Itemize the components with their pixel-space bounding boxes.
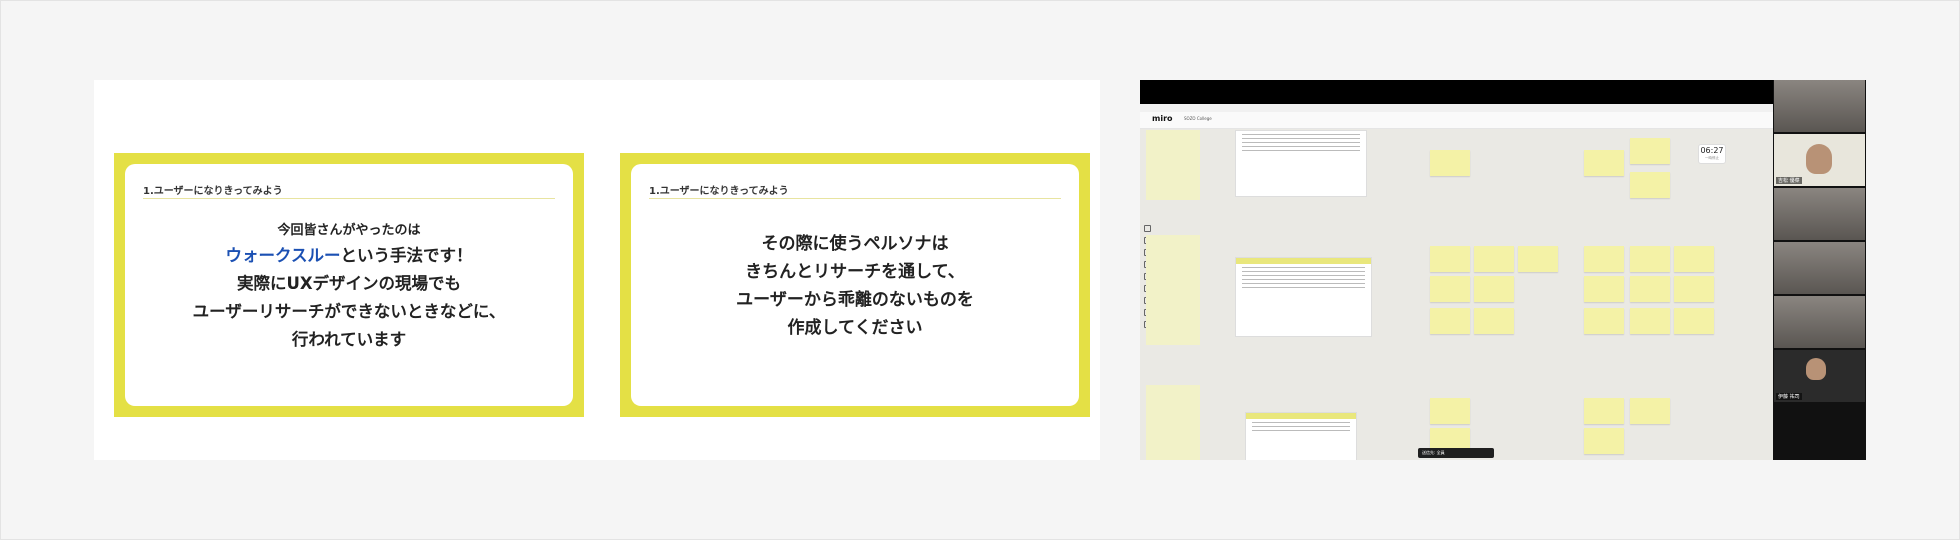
sticky-note[interactable] (1630, 172, 1670, 198)
sticky-note[interactable] (1584, 398, 1624, 424)
sticky-note[interactable] (1584, 428, 1624, 454)
slide-card: 1.ユーザーになりきってみよう 今回皆さんがやったのは ウォークスルーという手法… (125, 164, 573, 406)
miro-logo[interactable]: miro (1152, 114, 1173, 123)
slide-line-4: 行われています (291, 330, 407, 349)
sticky-note[interactable] (1430, 308, 1470, 334)
participant-tile[interactable] (1774, 80, 1865, 132)
participant-video (1806, 144, 1832, 174)
participant-name: 伊藤 祐司 (1776, 393, 1802, 400)
slide-line-1: その際に使うペルソナは (761, 234, 949, 254)
miro-toolbar: miro SOZO College (1140, 112, 1773, 129)
participant-tile[interactable]: 伊藤 祐司 (1774, 350, 1865, 402)
slide-divider (143, 198, 555, 199)
slide-section-label: 1.ユーザーになりきってみよう (649, 186, 789, 197)
sticky-note[interactable] (1630, 398, 1670, 424)
slide-persona: 1.ユーザーになりきってみよう その際に使うペルソナは きちんとリサーチを通して… (620, 153, 1090, 417)
participant-video (1806, 358, 1826, 380)
timer-time: 06:27 (1700, 146, 1724, 155)
slide-card: 1.ユーザーになりきってみよう その際に使うペルソナは きちんとリサーチを通して… (631, 164, 1079, 406)
slide-line-1-rest: という手法です！ (340, 246, 473, 265)
slide-walkthrough: 1.ユーザーになりきってみよう 今回皆さんがやったのは ウォークスルーという手法… (114, 153, 584, 417)
sticky-note[interactable] (1518, 246, 1558, 272)
screen-share-header (1140, 80, 1773, 104)
slide-line-1: ウォークスルーという手法です！ (125, 242, 573, 270)
slide-line-2: きちんとリサーチを通して、 (745, 262, 965, 282)
participant-gallery: 吉松 優菜 伊藤 祐司 (1773, 80, 1866, 460)
participant-name: 吉松 優菜 (1776, 177, 1802, 184)
slide-accent-term: ウォークスルー (225, 246, 341, 265)
sticky-note[interactable] (1674, 246, 1714, 272)
sticky-note[interactable] (1630, 308, 1670, 334)
sticky-note[interactable] (1584, 150, 1624, 176)
sticky-note[interactable] (1430, 150, 1470, 176)
participant-tile[interactable] (1774, 188, 1865, 240)
research-doc[interactable] (1245, 412, 1357, 460)
slides-panel: 1.ユーザーになりきってみよう 今回皆さんがやったのは ウォークスルーという手法… (94, 80, 1100, 460)
slide-lead: 今回皆さんがやったのは (277, 223, 421, 238)
participant-tile[interactable] (1774, 242, 1865, 294)
slide-divider (649, 198, 1061, 199)
slide-line-2: 実際にUXデザインの現場でも (236, 274, 462, 293)
sticky-note[interactable] (1674, 276, 1714, 302)
slide-body: その際に使うペルソナは きちんとリサーチを通して、 ユーザーから乖離のないものを… (631, 230, 1079, 342)
sticky-note[interactable] (1430, 398, 1470, 424)
slide-line-3: ユーザーから乖離のないものを (736, 290, 974, 310)
board-row-label (1146, 235, 1200, 345)
sticky-note[interactable] (1474, 276, 1514, 302)
sticky-note[interactable] (1584, 308, 1624, 334)
slide-section-label: 1.ユーザーになりきってみよう (143, 186, 283, 197)
slide-line-4: 作成してください (787, 318, 923, 338)
sticky-note[interactable] (1474, 308, 1514, 334)
sticky-note[interactable] (1430, 246, 1470, 272)
sticky-note[interactable] (1674, 308, 1714, 334)
sticky-note[interactable] (1430, 276, 1470, 302)
participant-tile[interactable] (1774, 296, 1865, 348)
sticky-note[interactable] (1584, 276, 1624, 302)
research-doc[interactable] (1235, 257, 1372, 337)
timer-widget[interactable]: 06:27 一時停止 (1698, 144, 1726, 164)
timer-label: 一時停止 (1705, 156, 1719, 160)
participant-tile[interactable]: 吉松 優菜 (1774, 134, 1865, 186)
board-row-label (1146, 130, 1200, 200)
board-name[interactable]: SOZO College (1184, 116, 1212, 121)
sticky-note[interactable] (1630, 276, 1670, 302)
select-tool-icon[interactable] (1144, 225, 1151, 232)
sticky-note[interactable] (1584, 246, 1624, 272)
video-call-panel: Miro File Edit View Window Help miro SOZ… (1140, 80, 1866, 460)
slide-body: 今回皆さんがやったのは ウォークスルーという手法です！ 実際にUXデザインの現場… (125, 220, 573, 354)
sticky-note[interactable] (1630, 138, 1670, 164)
board-row-label (1146, 385, 1200, 460)
sticky-note[interactable] (1630, 246, 1670, 272)
research-doc[interactable] (1235, 130, 1367, 197)
sticky-note[interactable] (1474, 246, 1514, 272)
slide-line-3: ユーザーリサーチができないときなどに、 (192, 302, 506, 321)
chat-recipient-bar[interactable]: 送信先: 全員 (1418, 448, 1494, 458)
